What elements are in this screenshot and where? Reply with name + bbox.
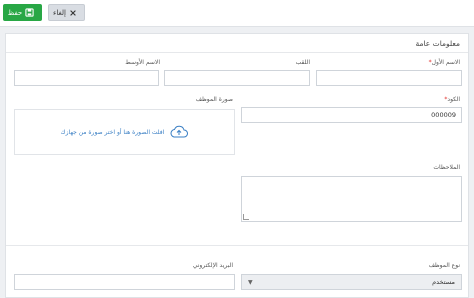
notes-label: الملاحظات [433,164,460,171]
section-title: معلومات عامة [415,39,460,48]
photo-label: صورة الموظف [195,96,233,103]
middle-name-label: الاسم الأوسط [125,59,160,66]
close-icon [69,9,77,17]
notes-textarea[interactable] [241,176,462,222]
first-name-input[interactable] [316,70,462,86]
first-name-label: *الاسم الأول [428,59,460,66]
upload-text: افلت الصورة هنا أو اختر صورة من جهازك [60,128,165,136]
middle-name-input[interactable] [14,70,159,86]
dropdown-caret-icon: ▼ [248,278,253,286]
email-label: البريد الإلكتروني [192,262,233,269]
section-divider [6,52,468,53]
save-icon [25,8,34,17]
general-info-card: معلومات عامة *الاسم الأول اللقب الاسم ال… [5,33,469,298]
employee-type-label: نوع الموظف [428,262,460,269]
resize-handle-icon[interactable] [243,214,249,220]
employee-type-value: مستخدم [432,278,455,286]
save-button-label: حفظ [7,8,23,17]
cancel-button[interactable]: إلغاء [48,4,85,21]
cloud-upload-icon [170,125,189,140]
toolbar: حفظ إلغاء [0,0,474,27]
title-input[interactable] [164,70,310,86]
email-input[interactable] [14,274,235,290]
section-divider-2 [6,245,468,246]
employee-type-select[interactable]: ▼ مستخدم [241,274,462,290]
code-input[interactable]: 000009 [241,107,462,123]
title-label: اللقب [295,59,310,66]
photo-dropzone[interactable]: افلت الصورة هنا أو اختر صورة من جهازك [14,109,235,155]
cancel-button-label: إلغاء [53,8,66,17]
code-label: *الكود [444,96,460,103]
save-button[interactable]: حفظ [3,4,42,21]
